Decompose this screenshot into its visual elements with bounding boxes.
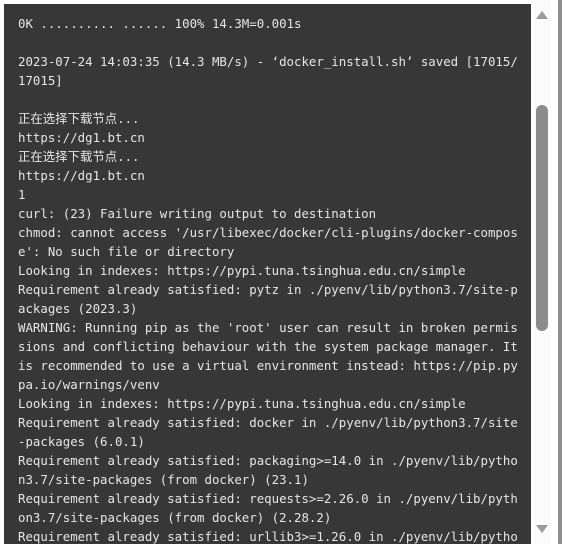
terminal-line: Requirement already satisfied: packaging… [18,453,518,487]
terminal-line: 0K .......... ...... 100% 14.3M=0.001s [18,16,302,31]
terminal-line: Requirement already satisfied: pytz in .… [18,282,518,316]
terminal-line: Looking in indexes: https://pypi.tuna.ts… [18,263,466,278]
terminal-line: chmod: cannot access '/usr/libexec/docke… [18,225,518,259]
terminal-line: 正在选择下载节点... [18,149,140,164]
triangle-down-icon [536,525,548,533]
terminal-line: https://dg1.bt.cn [18,168,145,183]
terminal-line: Requirement already satisfied: docker in… [18,415,518,449]
terminal-line: curl: (23) Failure writing output to des… [18,206,377,221]
terminal-line: 正在选择下载节点... [18,111,140,126]
log-viewer-window: 0K .......... ...... 100% 14.3M=0.001s 20… [0,0,567,544]
vertical-scrollbar[interactable] [533,0,551,544]
terminal-line: Requirement already satisfied: requests>… [18,491,518,525]
scrollbar-thumb[interactable] [536,105,548,331]
scroll-up-arrow-icon[interactable] [533,6,551,24]
terminal-line: Looking in indexes: https://pypi.tuna.ts… [18,396,466,411]
scroll-down-arrow-icon[interactable] [533,520,551,538]
terminal-line: 2023-07-24 14:03:35 (14.3 MB/s) - ‘docke… [18,54,518,88]
terminal-output-panel[interactable]: 0K .......... ...... 100% 14.3M=0.001s 20… [4,4,531,544]
triangle-up-icon [536,11,548,19]
terminal-line: https://dg1.bt.cn [18,130,145,145]
window-far-right-margin [562,0,567,544]
terminal-line: 1 [18,187,26,202]
terminal-line-list: 0K .......... ...... 100% 14.3M=0.001s 20… [18,14,525,544]
terminal-line: WARNING: Running pip as the 'root' user … [18,320,526,392]
terminal-line: Requirement already satisfied: urllib3>=… [18,529,518,544]
window-right-gap [551,0,558,544]
